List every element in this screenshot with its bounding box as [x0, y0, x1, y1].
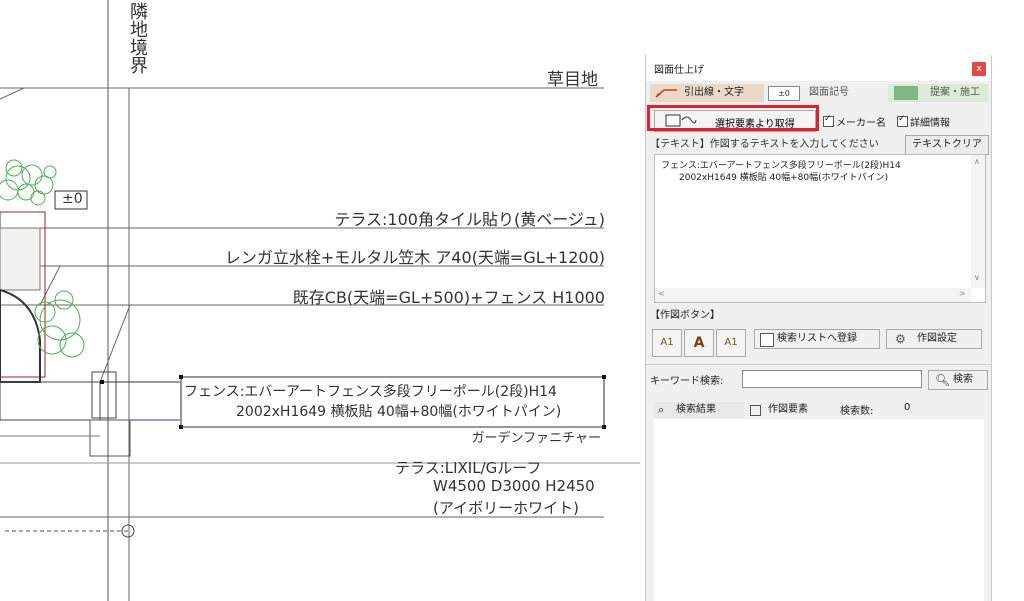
checkbox-check-icon — [897, 114, 908, 127]
search-results-list[interactable] — [654, 419, 984, 601]
text-line-2: 2002xH1649 横板貼 40幅+80幅(ホワイトパイン) — [679, 173, 889, 183]
panel-title-bar[interactable]: 図面仕上げ x — [646, 55, 991, 81]
get-from-selection-button[interactable]: 選択要素より取得 — [654, 110, 816, 132]
tab-drawing-elements[interactable]: 作図要素 — [750, 402, 834, 418]
label-brick: レンガ立水栓+モルタル笠木 ア40(天端=GL+1200) — [224, 248, 605, 267]
detail-info-label: 詳細情報 — [910, 118, 950, 129]
boundary-label: 隣地境界 — [127, 2, 148, 74]
keyword-search-label: キーワード検索: — [650, 376, 724, 387]
tab-drawing-symbol[interactable]: ±0 図面記号 — [768, 84, 886, 102]
checkbox-check-icon — [823, 114, 834, 127]
maker-name-checkbox[interactable]: メーカー名 — [823, 114, 886, 129]
tab-proposal-construction[interactable]: 提案・施工 — [888, 84, 988, 102]
horizontal-scrollbar[interactable]: < > — [655, 288, 971, 302]
gear-icon: ⚙ — [895, 332, 906, 346]
result-tabs: ⌕ 検索結果 作図要素 検索数: 0 — [654, 402, 984, 418]
selection-icon — [665, 114, 697, 127]
cad-canvas[interactable]: 隣地境界 草目地 テラス:100角タイル貼り(黄ベージュ) レンガ立水栓+モルタ… — [0, 0, 645, 601]
label-terrace-roof-2: W4500 D3000 H2450 — [433, 477, 595, 495]
search-results-label: 検索結果 — [676, 404, 716, 415]
tab-symbol-label: 図面記号 — [809, 87, 849, 98]
text-prompt: 【テキスト】作図するテキストを入力してください — [650, 139, 879, 150]
tab-search-results[interactable]: ⌕ 検索結果 — [654, 402, 744, 418]
text-button[interactable]: A — [684, 329, 714, 357]
vertical-scrollbar[interactable]: ∧ ∨ — [971, 155, 985, 288]
text-input-area[interactable]: フェンス:エバーアートフェンス多段フリーポール(2段)H14 2002xH164… — [654, 154, 986, 303]
search-button[interactable]: 🔍︎ 検索 — [928, 370, 988, 390]
drawing-finish-panel: 図面仕上げ x 引出線・文字 ±0 図面記号 提案・施工 選択要素より取得 ✓ … — [645, 55, 992, 601]
register-search-list-button[interactable]: 検索リストへ登録 — [754, 329, 880, 349]
level-symbol-icon: ±0 — [768, 86, 800, 101]
detail-info-checkbox[interactable]: 詳細情報 — [897, 114, 950, 129]
search-label: 検索 — [953, 374, 973, 385]
select-row: 選択要素より取得 メーカー名 詳細情報 — [646, 105, 991, 133]
label-terrace-roof-3: (アイボリーホワイト) — [433, 499, 579, 517]
drawing-elements-label: 作図要素 — [768, 404, 808, 415]
result-count-label: 検索数: — [840, 406, 874, 417]
prompt-row: 【テキスト】作図するテキストを入力してください テキストクリア — [650, 135, 989, 155]
drawing-elements-icon — [750, 405, 761, 416]
tab-leader-label: 引出線・文字 — [684, 87, 744, 98]
leader-text-button[interactable]: A1 — [652, 329, 682, 357]
scroll-down-icon[interactable]: ∨ — [974, 273, 980, 282]
panel-title: 図面仕上げ — [654, 65, 704, 76]
scroll-left-icon[interactable]: < — [658, 289, 665, 298]
label-existing-cb: 既存CB(天端=GL+500)+フェンス H1000 — [292, 288, 605, 307]
tab-proposal-label: 提案・施工 — [930, 87, 980, 98]
label-garden-furniture: ガーデンファニチャー — [471, 431, 601, 446]
maker-name-label: メーカー名 — [836, 118, 886, 129]
select-button-label: 選択要素より取得 — [715, 119, 795, 130]
leader-box-text-button[interactable]: A1 — [716, 329, 746, 357]
search-icon: 🔍︎ — [935, 373, 951, 387]
register-icon — [760, 333, 774, 347]
tree-icon — [894, 86, 918, 100]
search-results-icon: ⌕ — [658, 403, 665, 416]
level-marker: ±0 — [62, 191, 83, 207]
label-grass: 草目地 — [547, 70, 598, 90]
text-clear-button[interactable]: テキストクリア — [905, 135, 989, 155]
close-button[interactable]: x — [972, 62, 986, 76]
settings-label: 作図設定 — [917, 333, 957, 344]
register-label: 検索リストへ登録 — [777, 333, 857, 344]
label-terrace-tile: テラス:100角タイル貼り(黄ベージュ) — [334, 210, 605, 229]
drawing-settings-button[interactable]: ⚙ 作図設定 — [886, 329, 982, 349]
drawing-buttons-heading: 【作図ボタン】 — [650, 310, 720, 321]
scroll-right-icon[interactable]: > — [959, 289, 966, 298]
label-fence-line1[interactable]: フェンス:エバーアートフェンス多段フリーポール(2段)H14 — [184, 381, 557, 401]
panel-tabs: 引出線・文字 ±0 図面記号 提案・施工 — [650, 84, 988, 102]
label-fence-line2[interactable]: 2002xH1649 横板貼 40幅+80幅(ホワイトパイン) — [236, 401, 561, 421]
result-count-value: 0 — [904, 402, 911, 413]
tab-leader-text[interactable]: 引出線・文字 — [650, 84, 764, 102]
keyword-search-input[interactable] — [742, 370, 922, 388]
scroll-up-icon[interactable]: ∧ — [974, 157, 980, 166]
drawing-buttons-row: A1 A A1 検索リストへ登録 ⚙ 作図設定 — [652, 327, 986, 357]
label-terrace-roof-1: テラス:LIXIL/Gルーフ — [395, 459, 542, 477]
divider — [646, 364, 991, 365]
leader-arrow-icon — [655, 89, 677, 98]
